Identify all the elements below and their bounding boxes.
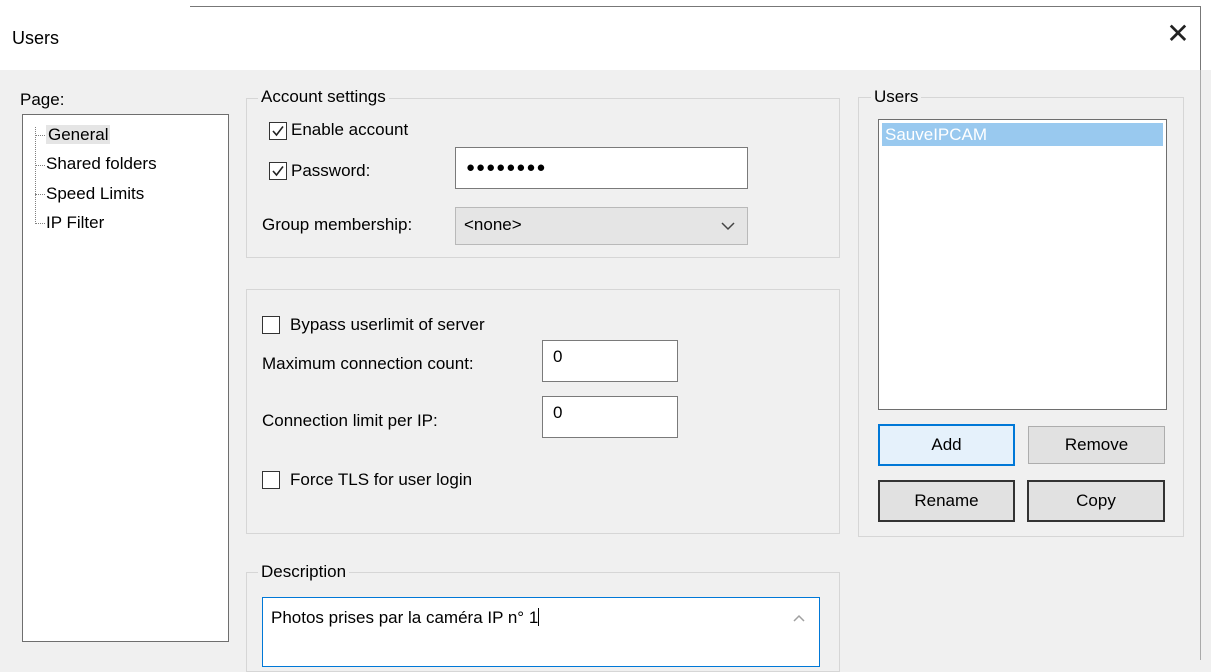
description-textarea[interactable]: Photos prises par la caméra IP n° 1: [262, 597, 820, 667]
users-list[interactable]: SauveIPCAM: [878, 119, 1167, 410]
tree-item-speed-limits[interactable]: Speed Limits: [46, 184, 144, 204]
add-button[interactable]: Add: [878, 424, 1015, 466]
description-text: Photos prises par la caméra IP n° 1: [271, 608, 539, 627]
tree-item-shared-folders[interactable]: Shared folders: [46, 154, 157, 174]
tree-connector-line: [35, 127, 36, 222]
copy-button[interactable]: Copy: [1027, 480, 1165, 522]
max-connection-count-label: Maximum connection count:: [262, 354, 474, 373]
tree-branch: [35, 135, 45, 136]
checkmark-icon: [272, 166, 284, 177]
tree-branch: [35, 165, 45, 166]
list-item[interactable]: SauveIPCAM: [882, 123, 1163, 146]
tree-item-general[interactable]: General: [46, 125, 111, 145]
tree-branch: [35, 223, 45, 224]
description-title: Description: [258, 562, 350, 582]
rename-button[interactable]: Rename: [878, 480, 1015, 522]
tree-item-label: IP Filter: [46, 213, 105, 232]
text-cursor: [538, 608, 540, 626]
scroll-up-arrow-icon[interactable]: [792, 612, 806, 624]
checkmark-icon: [272, 126, 284, 137]
password-checkbox[interactable]: [269, 162, 287, 180]
connection-limit-per-ip-label: Connection limit per IP:: [262, 411, 438, 430]
chevron-down-icon: [721, 222, 735, 231]
enable-account-label: Enable account: [291, 120, 409, 139]
force-tls-checkbox[interactable]: [262, 471, 280, 489]
tree-item-ip-filter[interactable]: IP Filter: [46, 213, 104, 233]
group-membership-select[interactable]: <none>: [455, 207, 748, 245]
title-bar: [0, 0, 1211, 70]
tree-branch: [35, 194, 45, 195]
title-bar-top-border: [190, 6, 1201, 7]
users-group-title: Users: [871, 87, 922, 107]
connection-limit-per-ip-input[interactable]: 0: [542, 396, 678, 438]
tree-item-label: Speed Limits: [46, 184, 145, 203]
close-button[interactable]: ✕: [1160, 20, 1196, 50]
max-connection-count-input[interactable]: 0: [542, 340, 678, 382]
password-label: Password:: [291, 161, 371, 180]
password-input[interactable]: ●●●●●●●●: [455, 147, 748, 189]
account-settings-title: Account settings: [258, 87, 389, 107]
group-membership-label: Group membership:: [262, 215, 413, 234]
page-label: Page:: [20, 90, 65, 109]
title-bar-right-border: [1200, 6, 1201, 70]
window-right-border: [1200, 70, 1201, 660]
group-membership-value: <none>: [464, 215, 522, 234]
remove-button[interactable]: Remove: [1028, 426, 1165, 464]
tree-item-label: Shared folders: [46, 154, 157, 173]
bypass-userlimit-label: Bypass userlimit of server: [290, 315, 485, 334]
bypass-userlimit-checkbox[interactable]: [262, 316, 280, 334]
window-title: Users: [12, 28, 60, 48]
enable-account-checkbox[interactable]: [269, 122, 287, 140]
close-icon: ✕: [1166, 18, 1190, 49]
force-tls-label: Force TLS for user login: [290, 470, 473, 489]
tree-item-label: General: [46, 125, 111, 144]
